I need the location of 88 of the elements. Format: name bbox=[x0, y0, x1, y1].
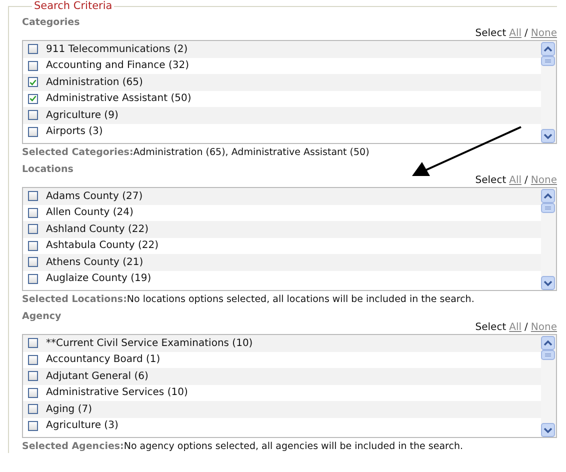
selected-summary: Administration (65), Administrative Assistant (50) bbox=[133, 147, 370, 158]
selected-summary: No agency options selected, all agencies will be included in the search. bbox=[124, 441, 463, 452]
item-label: Aging (7) bbox=[46, 404, 92, 415]
scroll-thumb[interactable] bbox=[541, 350, 555, 360]
item-label: Agriculture (9) bbox=[46, 110, 118, 121]
item-label: Administrative Services (10) bbox=[46, 387, 188, 398]
checkbox[interactable] bbox=[28, 388, 38, 398]
list-item[interactable]: Agriculture (9) bbox=[23, 107, 541, 124]
list-item[interactable]: Ashtabula County (22) bbox=[23, 238, 541, 254]
item-label: Administration (65) bbox=[46, 76, 143, 88]
checkbox[interactable] bbox=[28, 44, 38, 54]
select-none-link[interactable]: None bbox=[530, 322, 557, 334]
item-label: Administrative Assistant (50) bbox=[46, 93, 192, 104]
list-item[interactable]: Airports (3) bbox=[23, 124, 541, 140]
section-title: Locations bbox=[22, 164, 74, 175]
scroll-thumb[interactable] bbox=[541, 203, 555, 213]
checkbox[interactable] bbox=[28, 354, 38, 365]
list-item[interactable]: Administrative Services (10) bbox=[23, 384, 541, 401]
scroll-up-icon[interactable] bbox=[541, 336, 555, 350]
checkbox[interactable] bbox=[28, 191, 38, 202]
checkbox[interactable] bbox=[28, 338, 38, 348]
item-label: Auglaize County (19) bbox=[46, 273, 152, 284]
select-none-link[interactable]: None bbox=[530, 175, 557, 187]
item-label: Accountancy Board (1) bbox=[46, 354, 160, 366]
list-item[interactable]: Administration (65) bbox=[23, 74, 541, 90]
list-item[interactable]: Adjutant General (6) bbox=[23, 368, 541, 384]
item-label: Allen County (24) bbox=[46, 207, 134, 218]
separator: / bbox=[524, 175, 528, 187]
checkbox[interactable] bbox=[28, 224, 38, 234]
scroll-thumb[interactable] bbox=[541, 56, 555, 66]
checkbox[interactable] bbox=[28, 420, 38, 431]
scrollbar[interactable] bbox=[541, 188, 556, 290]
checkbox[interactable] bbox=[28, 77, 38, 88]
checkbox[interactable] bbox=[28, 274, 38, 284]
selected-label: Selected Locations: bbox=[22, 294, 127, 305]
checkbox[interactable] bbox=[28, 126, 38, 137]
scroll-down-icon[interactable] bbox=[541, 276, 555, 290]
item-label: Ashtabula County (22) bbox=[46, 240, 159, 252]
scroll-up-icon[interactable] bbox=[541, 189, 555, 203]
panel-title: Search Criteria bbox=[33, 0, 114, 12]
scroll-up-icon[interactable] bbox=[541, 42, 555, 56]
select-label: Select bbox=[475, 28, 506, 40]
checkbox[interactable] bbox=[28, 208, 38, 218]
item-label: Ashland County (22) bbox=[46, 224, 148, 235]
list-item[interactable]: Adams County (27) bbox=[23, 188, 541, 204]
checkbox[interactable] bbox=[28, 240, 38, 251]
checkbox[interactable] bbox=[28, 257, 38, 268]
list-item[interactable]: Accounting and Finance (32) bbox=[23, 58, 541, 74]
list-item[interactable]: Athens County (21) bbox=[23, 254, 541, 270]
scrollbar[interactable] bbox=[541, 41, 556, 143]
select-all-link[interactable]: All bbox=[509, 322, 522, 334]
select-label: Select bbox=[475, 322, 506, 334]
list-item[interactable]: **Current Civil Service Examinations (10) bbox=[23, 335, 541, 352]
select-all-link[interactable]: All bbox=[509, 28, 522, 40]
item-label: Agriculture (3) bbox=[46, 420, 118, 432]
item-label: Adjutant General (6) bbox=[46, 370, 148, 382]
list-item[interactable]: Agriculture (3) bbox=[23, 418, 541, 434]
item-label: **Current Civil Service Examinations (10) bbox=[46, 338, 253, 349]
item-label: 911 Telecommunications (2) bbox=[46, 44, 188, 55]
selected-summary: No locations options selected, all locations will be included in the search. bbox=[126, 294, 474, 305]
list-item[interactable]: 911 Telecommunications (2) bbox=[23, 41, 541, 58]
list-item[interactable]: Administrative Assistant (50) bbox=[23, 90, 541, 107]
scroll-down-icon[interactable] bbox=[541, 423, 555, 437]
list-item[interactable]: Auglaize County (19) bbox=[23, 270, 541, 287]
section-title: Agency bbox=[22, 311, 62, 322]
item-label: Athens County (21) bbox=[46, 256, 144, 268]
select-all-link[interactable]: All bbox=[509, 175, 522, 187]
checkbox[interactable] bbox=[28, 404, 38, 414]
selected-label: Selected Categories: bbox=[22, 147, 134, 158]
separator: / bbox=[524, 28, 528, 40]
selected-label: Selected Agencies: bbox=[22, 441, 124, 452]
checkbox[interactable] bbox=[28, 110, 38, 120]
scroll-down-icon[interactable] bbox=[541, 129, 555, 143]
scrollbar[interactable] bbox=[541, 335, 556, 437]
checkbox[interactable] bbox=[28, 60, 38, 71]
list-item[interactable]: Aging (7) bbox=[23, 401, 541, 418]
separator: / bbox=[524, 322, 528, 334]
list-item[interactable]: Allen County (24) bbox=[23, 204, 541, 221]
checkbox[interactable] bbox=[28, 94, 38, 104]
select-none-link[interactable]: None bbox=[530, 28, 557, 40]
select-label: Select bbox=[475, 175, 506, 187]
section-title: Categories bbox=[22, 17, 81, 28]
item-label: Accounting and Finance (32) bbox=[46, 60, 189, 72]
list-item[interactable]: Ashland County (22) bbox=[23, 221, 541, 238]
list-item[interactable]: Accountancy Board (1) bbox=[23, 352, 541, 368]
checkbox[interactable] bbox=[28, 371, 38, 382]
item-label: Airports (3) bbox=[46, 126, 103, 138]
item-label: Adams County (27) bbox=[46, 190, 143, 202]
